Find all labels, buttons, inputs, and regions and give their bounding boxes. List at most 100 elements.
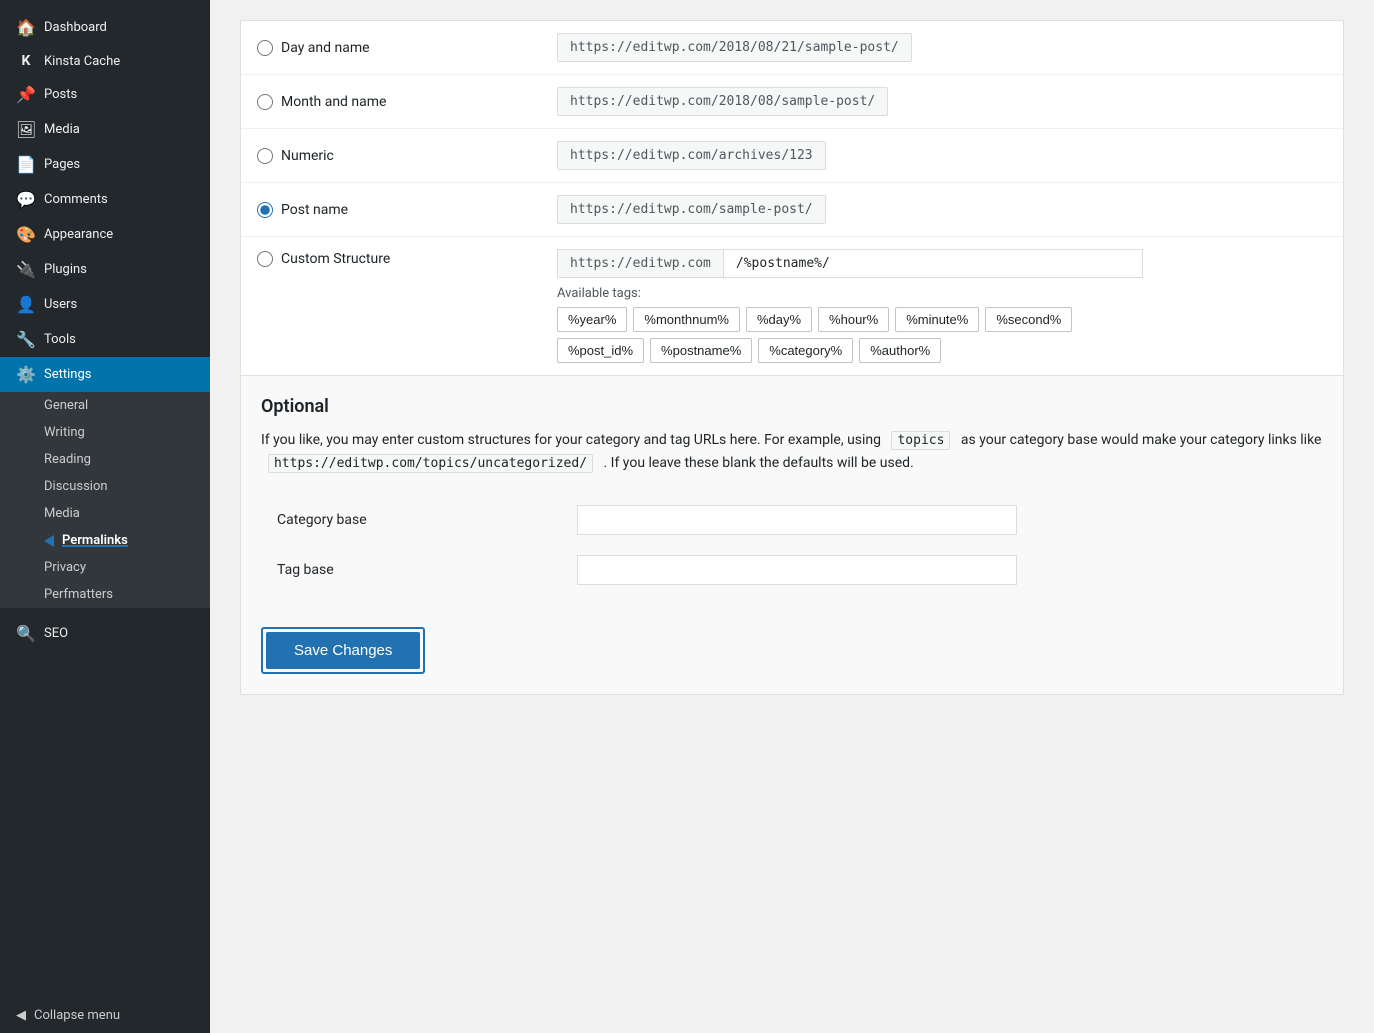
sidebar-item-settings[interactable]: ⚙️ Settings: [0, 357, 210, 392]
sidebar-label-tools: Tools: [44, 332, 76, 347]
tag-base-input[interactable]: [577, 555, 1017, 585]
media-icon: 🖼: [16, 120, 36, 139]
month-name-label[interactable]: Month and name: [257, 94, 525, 110]
optional-description: If you like, you may enter custom struct…: [261, 429, 1323, 475]
main-content: Day and name https://editwp.com/2018/08/…: [210, 0, 1374, 1033]
sidebar-label-settings: Settings: [44, 367, 91, 382]
table-row: Month and name https://editwp.com/2018/0…: [241, 75, 1343, 129]
tag-base-label: Tag base: [261, 545, 561, 595]
sidebar-item-pages[interactable]: 📄 Pages: [0, 147, 210, 182]
optional-fields-table: Category base Tag base: [261, 495, 1323, 595]
sidebar-item-reading[interactable]: Reading: [0, 446, 210, 473]
day-name-label[interactable]: Day and name: [257, 40, 525, 56]
optional-title: Optional: [261, 396, 1323, 417]
sidebar-label-pages: Pages: [44, 157, 80, 172]
custom-url-wrapper: https://editwp.com: [557, 249, 1327, 278]
custom-url-base: https://editwp.com: [557, 249, 723, 278]
day-name-radio[interactable]: [257, 40, 273, 56]
save-changes-button[interactable]: Save Changes: [266, 632, 420, 669]
post-name-url: https://editwp.com/sample-post/: [557, 195, 826, 224]
sidebar-item-media[interactable]: 🖼 Media: [0, 112, 210, 147]
optional-section: Optional If you like, you may enter cust…: [240, 376, 1344, 695]
numeric-label[interactable]: Numeric: [257, 148, 525, 164]
tag-monthnum[interactable]: %monthnum%: [633, 307, 740, 332]
collapse-label: Collapse menu: [34, 1008, 120, 1023]
sidebar-item-privacy[interactable]: Privacy: [0, 554, 210, 581]
table-row: Day and name https://editwp.com/2018/08/…: [241, 21, 1343, 75]
sidebar-item-perfmatters[interactable]: Perfmatters: [0, 581, 210, 608]
custom-structure-radio[interactable]: [257, 251, 273, 267]
custom-structure-label[interactable]: Custom Structure: [257, 251, 525, 267]
table-row: Numeric https://editwp.com/archives/123: [241, 129, 1343, 183]
sidebar-label-users: Users: [44, 297, 77, 312]
table-row: Custom Structure https://editwp.com Avai…: [241, 237, 1343, 376]
sidebar-label-plugins: Plugins: [44, 262, 87, 277]
sidebar-label-dashboard: Dashboard: [44, 20, 107, 35]
numeric-radio[interactable]: [257, 148, 273, 164]
category-base-label: Category base: [261, 495, 561, 545]
settings-submenu: General Writing Reading Discussion Media…: [0, 392, 210, 608]
tag-day[interactable]: %day%: [746, 307, 812, 332]
tags-row: %year% %monthnum% %day% %hour% %minute% …: [557, 307, 1327, 332]
sidebar-label-media: Media: [44, 122, 80, 137]
post-name-radio[interactable]: [257, 202, 273, 218]
tag-author[interactable]: %author%: [859, 338, 941, 363]
post-name-label[interactable]: Post name: [257, 202, 525, 218]
table-row: Post name https://editwp.com/sample-post…: [241, 183, 1343, 237]
plugins-icon: 🔌: [16, 260, 36, 279]
topics-keyword: topics: [891, 431, 950, 450]
kinsta-icon: K: [16, 53, 36, 69]
tag-year[interactable]: %year%: [557, 307, 627, 332]
sidebar-item-posts[interactable]: 📌 Posts: [0, 77, 210, 112]
sidebar-item-media-sub[interactable]: Media: [0, 500, 210, 527]
sidebar-item-dashboard[interactable]: 🏠 Dashboard: [0, 10, 210, 45]
posts-icon: 📌: [16, 85, 36, 104]
sidebar-item-permalinks[interactable]: Permalinks: [0, 527, 210, 554]
table-row: Tag base: [261, 545, 1323, 595]
settings-icon: ⚙️: [16, 365, 36, 384]
sidebar-item-tools[interactable]: 🔧 Tools: [0, 322, 210, 357]
collapse-icon: ◀: [16, 1008, 26, 1023]
sidebar-item-comments[interactable]: 💬 Comments: [0, 182, 210, 217]
sidebar-item-plugins[interactable]: 🔌 Plugins: [0, 252, 210, 287]
tag-hour[interactable]: %hour%: [818, 307, 889, 332]
sidebar-item-appearance[interactable]: 🎨 Appearance: [0, 217, 210, 252]
tag-postname[interactable]: %postname%: [650, 338, 752, 363]
users-icon: 👤: [16, 295, 36, 314]
save-button-wrapper: Save Changes: [261, 627, 425, 674]
seo-icon: 🔍: [16, 624, 36, 643]
permalink-options-section: Day and name https://editwp.com/2018/08/…: [240, 20, 1344, 376]
sidebar-item-users[interactable]: 👤 Users: [0, 287, 210, 322]
tools-icon: 🔧: [16, 330, 36, 349]
permalink-options-table: Day and name https://editwp.com/2018/08/…: [241, 21, 1343, 375]
tag-minute[interactable]: %minute%: [895, 307, 979, 332]
month-name-url: https://editwp.com/2018/08/sample-post/: [557, 87, 888, 116]
sidebar-label-seo: SEO: [44, 626, 68, 641]
comments-icon: 💬: [16, 190, 36, 209]
day-name-url: https://editwp.com/2018/08/21/sample-pos…: [557, 33, 912, 62]
sidebar-item-seo[interactable]: 🔍 SEO: [0, 616, 210, 651]
tag-second[interactable]: %second%: [985, 307, 1072, 332]
sidebar-item-kinsta-cache[interactable]: K Kinsta Cache: [0, 45, 210, 77]
sidebar: 🏠 Dashboard K Kinsta Cache 📌 Posts 🖼 Med…: [0, 0, 210, 1033]
month-name-radio[interactable]: [257, 94, 273, 110]
example-url: https://editwp.com/topics/uncategorized/: [268, 454, 593, 473]
sidebar-item-writing[interactable]: Writing: [0, 419, 210, 446]
sidebar-label-posts: Posts: [44, 87, 77, 102]
pages-icon: 📄: [16, 155, 36, 174]
table-row: Category base: [261, 495, 1323, 545]
sidebar-item-discussion[interactable]: Discussion: [0, 473, 210, 500]
collapse-menu-button[interactable]: ◀ Collapse menu: [0, 998, 210, 1033]
available-tags-label: Available tags:: [557, 286, 1327, 301]
custom-url-input[interactable]: [723, 249, 1143, 278]
appearance-icon: 🎨: [16, 225, 36, 244]
numeric-url: https://editwp.com/archives/123: [557, 141, 826, 170]
sidebar-label-kinsta: Kinsta Cache: [44, 54, 120, 69]
save-section: Save Changes: [261, 611, 1323, 674]
category-base-input[interactable]: [577, 505, 1017, 535]
sidebar-item-general[interactable]: General: [0, 392, 210, 419]
tag-category[interactable]: %category%: [758, 338, 853, 363]
sidebar-label-comments: Comments: [44, 192, 108, 207]
sidebar-label-appearance: Appearance: [44, 227, 113, 242]
tag-post-id[interactable]: %post_id%: [557, 338, 644, 363]
